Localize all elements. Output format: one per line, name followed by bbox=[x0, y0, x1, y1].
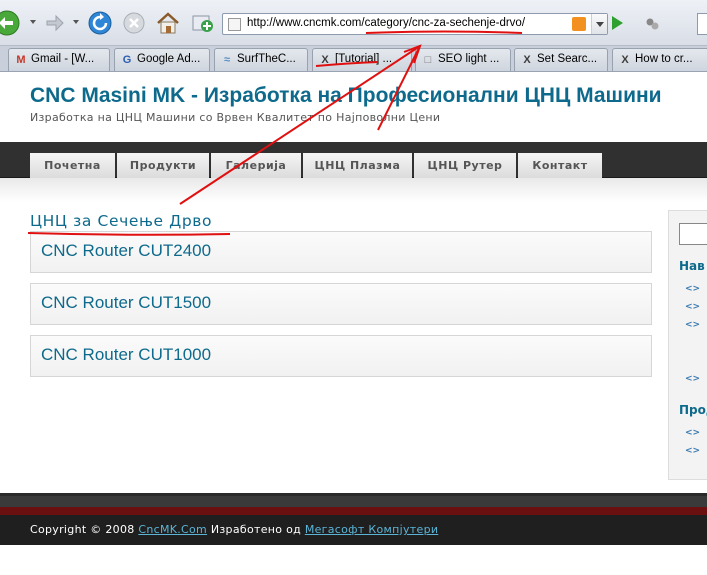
x-favicon-icon: X bbox=[621, 54, 629, 66]
home-icon bbox=[157, 12, 179, 34]
back-button[interactable] bbox=[0, 10, 20, 36]
post-title-link[interactable]: CNC Router CUT2400 bbox=[41, 241, 211, 261]
x-favicon-icon: X bbox=[523, 54, 531, 66]
addon-icon[interactable] bbox=[645, 17, 659, 31]
sidebar-search-input[interactable] bbox=[679, 223, 707, 245]
surf-icon: ≈ bbox=[223, 54, 231, 66]
address-bar[interactable]: http://www.cncmk.com/category/cnc-za-sec… bbox=[222, 13, 608, 35]
browser-tab[interactable]: X Set Searc... bbox=[514, 48, 608, 71]
nav-item[interactable]: ЦНЦ Плазма bbox=[303, 153, 412, 178]
main-navigation: Почетна Продукти Галерија ЦНЦ Плазма ЦНЦ Рут… bbox=[0, 142, 707, 178]
footer-accent-band bbox=[0, 507, 707, 515]
footer-copyright: Copyright © 2008 CncMK.Com Изработено од… bbox=[30, 523, 438, 536]
nav-item[interactable]: Галерија bbox=[211, 153, 301, 178]
gmail-icon: M bbox=[16, 54, 26, 66]
page-icon: □ bbox=[424, 54, 432, 66]
reload-icon bbox=[88, 11, 112, 35]
double-chevron-icon: <> bbox=[685, 374, 701, 384]
stop-button[interactable] bbox=[121, 10, 147, 36]
browser-tab[interactable]: X How to cr... bbox=[612, 48, 707, 71]
add-bookmark-button[interactable] bbox=[189, 10, 215, 36]
google-icon: G bbox=[122, 54, 132, 66]
forward-button[interactable] bbox=[42, 10, 68, 36]
back-history-dropdown-icon[interactable] bbox=[30, 20, 36, 24]
sidebar-link[interactable]: <>Ц bbox=[685, 427, 707, 438]
nav-item[interactable]: ЦНЦ Рутер bbox=[414, 153, 516, 178]
go-button[interactable] bbox=[612, 16, 623, 30]
nav-item[interactable]: Продукти bbox=[117, 153, 209, 178]
tab-label: Set Searc... bbox=[537, 53, 598, 65]
rss-feed-icon[interactable] bbox=[572, 17, 586, 31]
post-title-link[interactable]: CNC Router CUT1500 bbox=[41, 293, 211, 313]
sidebar-heading-products: Прод bbox=[679, 403, 707, 417]
site-footer: Copyright © 2008 CncMK.Com Изработено од… bbox=[0, 515, 707, 545]
post-item: CNC Router CUT1000 bbox=[30, 335, 652, 377]
browser-toolbar: http://www.cncmk.com/category/cnc-za-sec… bbox=[0, 0, 707, 46]
back-arrow-icon bbox=[0, 10, 20, 36]
post-title-link[interactable]: CNC Router CUT1000 bbox=[41, 345, 211, 365]
url-text[interactable]: http://www.cncmk.com/category/cnc-za-sec… bbox=[247, 17, 525, 29]
search-box[interactable] bbox=[697, 13, 707, 35]
add-bookmark-icon bbox=[192, 15, 213, 32]
nav-item[interactable]: Почетна bbox=[30, 153, 115, 178]
tab-label: SEO light ... bbox=[438, 53, 500, 65]
browser-tab[interactable]: □ SEO light ... bbox=[415, 48, 511, 71]
tab-label: Gmail - [W... bbox=[31, 53, 95, 65]
browser-tab[interactable]: ≈ SurfTheC... bbox=[214, 48, 308, 71]
tab-strip: M Gmail - [W... G Google Ad... ≈ SurfTheC... X… bbox=[0, 46, 707, 72]
sidebar-link[interactable]: <>П bbox=[685, 283, 707, 294]
forward-arrow-icon bbox=[46, 14, 64, 32]
sidebar-link[interactable]: <>Ц bbox=[685, 445, 707, 456]
tab-label: Google Ad... bbox=[137, 53, 201, 65]
browser-tab[interactable]: G Google Ad... bbox=[114, 48, 210, 71]
forward-history-dropdown-icon[interactable] bbox=[73, 20, 79, 24]
browser-tab[interactable]: X [Tutorial] ... bbox=[312, 48, 412, 71]
sidebar-heading-navigation: Нав bbox=[679, 259, 705, 273]
sidebar: Нав <>П <>П <>П <>К Прод <>Ц <>Ц bbox=[668, 210, 707, 480]
browser-tab[interactable]: M Gmail - [W... bbox=[8, 48, 110, 71]
nav-item[interactable]: Контакт bbox=[518, 153, 602, 178]
x-favicon-icon: X bbox=[321, 54, 329, 66]
home-button[interactable] bbox=[155, 10, 181, 36]
double-chevron-icon: <> bbox=[685, 428, 701, 438]
tab-label: [Tutorial] ... bbox=[335, 53, 393, 65]
sidebar-link[interactable]: <>К bbox=[685, 373, 707, 384]
chevron-down-icon bbox=[596, 22, 604, 27]
footer-link-megasoft[interactable]: Мегасофт Компјутери bbox=[305, 523, 438, 536]
double-chevron-icon: <> bbox=[685, 446, 701, 456]
double-chevron-icon: <> bbox=[685, 284, 701, 294]
url-history-dropdown[interactable] bbox=[591, 14, 607, 34]
made-by-text: Изработено од bbox=[210, 523, 302, 536]
stop-icon bbox=[123, 12, 145, 34]
reload-button[interactable] bbox=[87, 10, 113, 36]
post-item: CNC Router CUT1500 bbox=[30, 283, 652, 325]
copyright-text: Copyright © 2008 bbox=[30, 523, 135, 536]
category-heading[interactable]: ЦНЦ за Сечење Дрво bbox=[30, 212, 212, 230]
page-favicon-icon bbox=[228, 18, 241, 31]
site-header: CNC Masini MK - Изработка на Професионал… bbox=[0, 72, 707, 142]
site-title[interactable]: CNC Masini MK - Изработка на Професионал… bbox=[30, 84, 662, 108]
post-item: CNC Router CUT2400 bbox=[30, 231, 652, 273]
double-chevron-icon: <> bbox=[685, 302, 701, 312]
site-tagline: Изработка на ЦНЦ Машини со Врвен Квалите… bbox=[30, 111, 441, 124]
footer-top-band bbox=[0, 493, 707, 507]
sidebar-link[interactable]: <>П bbox=[685, 319, 707, 330]
double-chevron-icon: <> bbox=[685, 320, 701, 330]
tab-label: How to cr... bbox=[635, 53, 693, 65]
tab-label: SurfTheC... bbox=[237, 53, 296, 65]
footer-link-cncmk[interactable]: CncMK.Com bbox=[138, 523, 207, 536]
sidebar-link[interactable]: <>П bbox=[685, 301, 707, 312]
